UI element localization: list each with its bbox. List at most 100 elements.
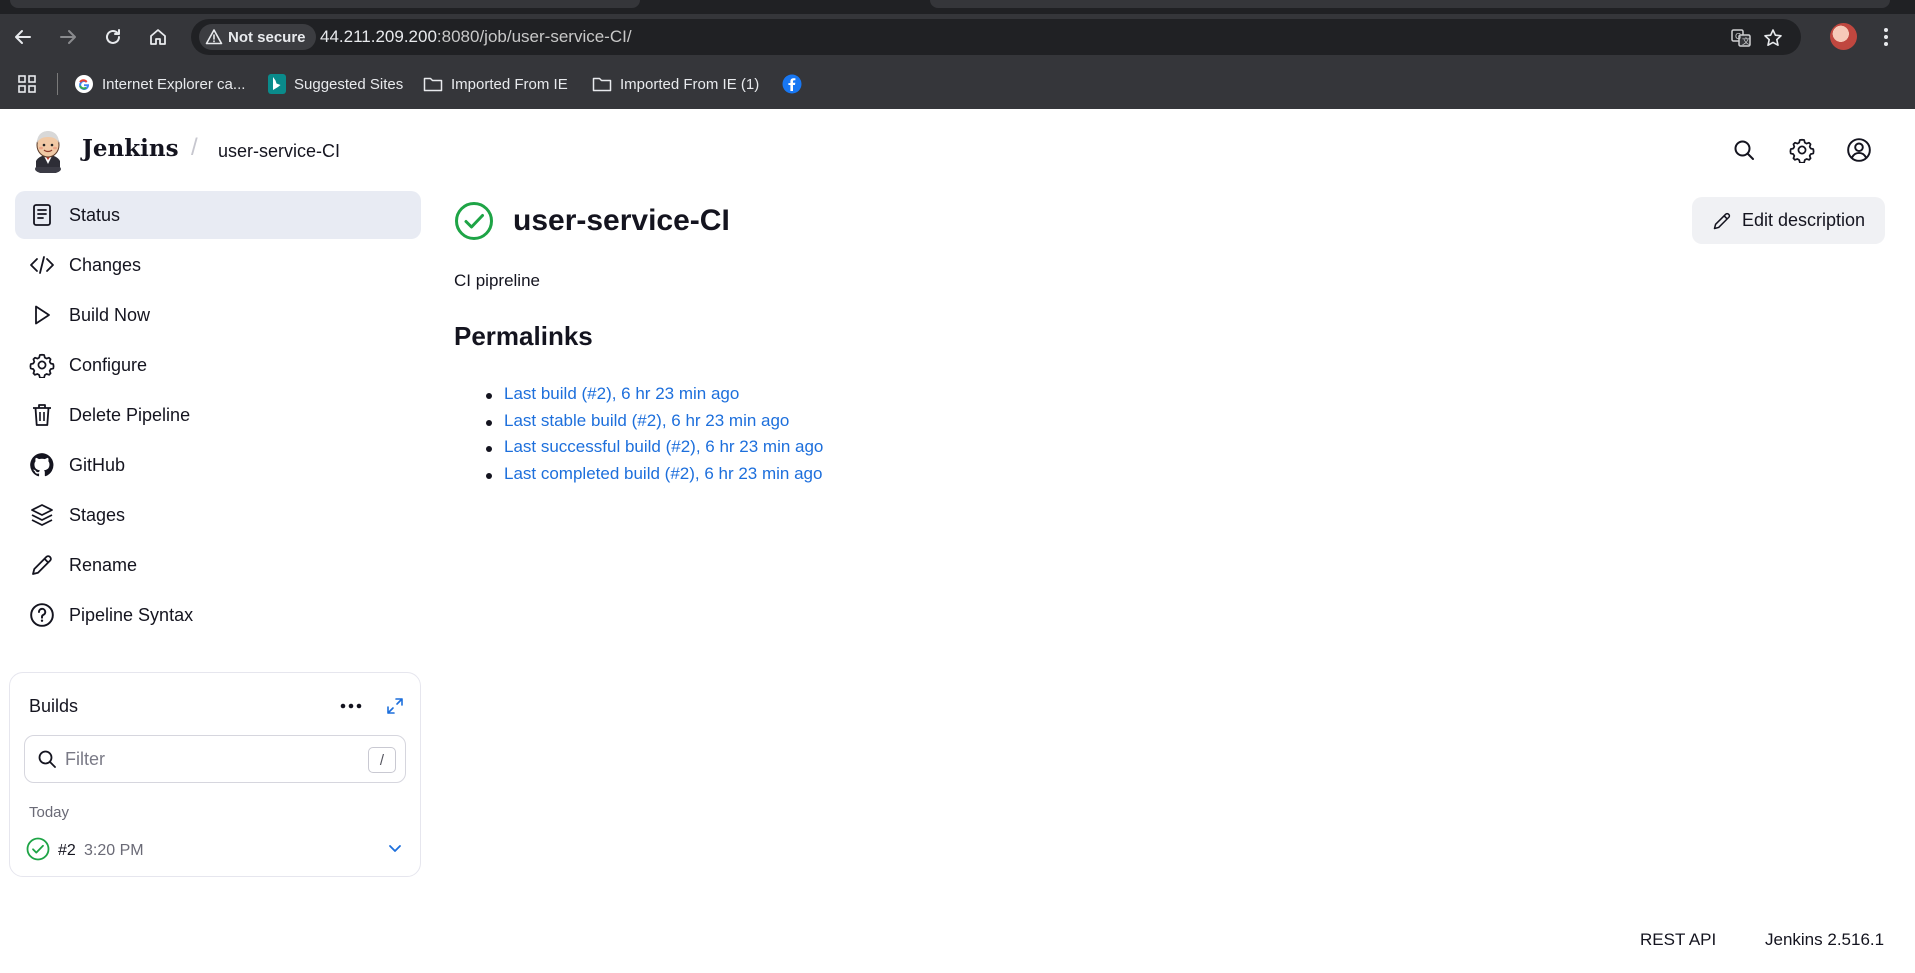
jenkins-brand[interactable]: Jenkins [82, 135, 179, 162]
url-host: 44.211.209.200 [320, 27, 437, 46]
sidebar-item-label: Configure [69, 354, 148, 375]
arrow-left-icon [15, 30, 31, 44]
translate-button[interactable]: G文 [1730, 27, 1752, 49]
apps-grid-icon [18, 75, 36, 93]
google-icon [75, 75, 93, 93]
security-label: Not secure [228, 28, 306, 46]
builds-expand-button[interactable] [380, 691, 410, 721]
warning-icon [205, 29, 223, 45]
play-icon [29, 302, 55, 328]
chevron-down-icon[interactable] [386, 839, 404, 857]
sidebar-item-label: Build Now [69, 304, 151, 325]
sidebar-item-delete-pipeline[interactable]: Delete Pipeline [15, 391, 421, 439]
search-icon [1734, 140, 1754, 160]
sidebar-item-label: Pipeline Syntax [69, 604, 194, 625]
github-icon [29, 452, 55, 478]
rest-api-link[interactable]: REST API [1640, 930, 1716, 950]
builds-filter-input[interactable] [65, 747, 345, 771]
bookmark-folder[interactable]: Imported From IE [423, 71, 568, 97]
layers-icon [29, 502, 55, 528]
bookmark-folder[interactable]: Imported From IE (1) [592, 71, 759, 97]
sidebar-item-label: Delete Pipeline [69, 404, 191, 425]
permalink-last-stable-build[interactable]: Last stable build (#2), 6 hr 23 min ago [504, 411, 789, 430]
help-icon [29, 602, 55, 628]
sidebar-item-github[interactable]: GitHub [15, 441, 421, 489]
security-chip[interactable]: Not secure [199, 24, 316, 50]
permalink-last-build[interactable]: Last build (#2), 6 hr 23 min ago [504, 384, 739, 403]
edit-description-button[interactable]: Edit description [1692, 197, 1885, 244]
facebook-icon [782, 74, 802, 94]
browser-tab[interactable] [930, 0, 1890, 8]
list-item: Last build (#2), 6 hr 23 min ago [454, 384, 823, 411]
build-time: 3:20 PM [84, 842, 144, 859]
breadcrumb-job[interactable]: user-service-CI [218, 141, 340, 162]
sidebar-item-status[interactable]: Status [15, 191, 421, 239]
user-circle-icon [1847, 138, 1871, 162]
job-description: CI pipreline [454, 271, 540, 290]
builds-more-button[interactable] [336, 691, 366, 721]
search-button[interactable] [1730, 136, 1758, 164]
bookmarks-separator [57, 73, 58, 95]
back-button[interactable] [8, 22, 38, 52]
sidebar-item-configure[interactable]: Configure [15, 341, 421, 389]
star-icon [1764, 29, 1782, 46]
browser-tab[interactable] [10, 0, 640, 8]
home-icon [150, 29, 166, 45]
sidebar-item-changes[interactable]: Changes [15, 241, 421, 289]
url-path: :8080/job/user-service-CI/ [436, 27, 632, 46]
sidebar-item-pipeline-syntax[interactable]: Pipeline Syntax [15, 591, 421, 639]
bookmark-item[interactable]: Suggested Sites [268, 71, 403, 97]
browser-menu-button[interactable] [1876, 24, 1896, 50]
sidebar-item-label: GitHub [69, 454, 126, 475]
builds-panel: Builds / Today #2 3:20 PM [9, 672, 421, 877]
build-row[interactable]: #2 3:20 PM [24, 831, 406, 867]
forward-button[interactable] [53, 22, 83, 52]
bookmarks-bar: Internet Explorer ca... Suggested Sites … [0, 59, 1915, 109]
home-button[interactable] [143, 22, 173, 52]
expand-icon [387, 698, 403, 714]
build-number[interactable]: #2 [58, 842, 76, 860]
document-icon [29, 202, 55, 228]
bookmark-label: Suggested Sites [294, 75, 404, 93]
sidebar-item-build-now[interactable]: Build Now [15, 291, 421, 339]
svg-text:G: G [1735, 32, 1741, 41]
breadcrumb-separator: / [191, 134, 198, 161]
bookmark-item[interactable]: Internet Explorer ca... [74, 71, 245, 97]
permalink-last-successful-build[interactable]: Last successful build (#2), 6 hr 23 min … [504, 437, 823, 456]
translate-icon: G文 [1731, 29, 1751, 47]
success-check-icon [26, 837, 50, 861]
keyboard-shortcut-hint: / [368, 747, 396, 773]
address-bar[interactable]: Not secure 44.211.209.200:8080/job/user-… [191, 19, 1801, 55]
permalinks-list: Last build (#2), 6 hr 23 min ago Last st… [454, 384, 823, 490]
url-text[interactable]: 44.211.209.200:8080/job/user-service-CI/ [320, 27, 632, 47]
builds-title: Builds [29, 696, 79, 716]
ellipsis-icon [340, 703, 362, 709]
manage-jenkins-button[interactable] [1788, 136, 1816, 164]
profile-avatar[interactable] [1830, 23, 1857, 50]
gear-icon [29, 352, 55, 378]
jenkins-header: Jenkins / user-service-CI [0, 109, 1915, 191]
sidebar-item-rename[interactable]: Rename [15, 541, 421, 589]
apps-button[interactable] [17, 71, 37, 97]
sidebar-item-stages[interactable]: Stages [15, 491, 421, 539]
pencil-icon [1713, 212, 1731, 229]
trash-icon [29, 402, 55, 428]
bookmark-item[interactable] [782, 71, 802, 97]
bookmark-star-button[interactable] [1762, 27, 1784, 49]
bookmark-label: Imported From IE [451, 75, 568, 93]
jenkins-logo[interactable] [30, 129, 66, 173]
list-item: Last successful build (#2), 6 hr 23 min … [454, 437, 823, 464]
user-account-button[interactable] [1845, 136, 1873, 164]
folder-icon [592, 77, 612, 92]
permalink-last-completed-build[interactable]: Last completed build (#2), 6 hr 23 min a… [504, 464, 822, 483]
arrow-right-icon [60, 30, 76, 44]
sidebar-item-label: Changes [69, 254, 142, 275]
builds-group-label: Today [29, 804, 70, 821]
reload-button[interactable] [98, 22, 128, 52]
browser-tab-strip [0, 0, 1915, 14]
jenkins-version-link[interactable]: Jenkins 2.516.1 [1765, 930, 1884, 950]
sidebar-item-label: Status [69, 204, 121, 225]
builds-filter[interactable]: / [24, 735, 406, 783]
sidebar: Status Changes Build Now Configure Delet… [15, 191, 421, 641]
list-item: Last completed build (#2), 6 hr 23 min a… [454, 464, 823, 491]
